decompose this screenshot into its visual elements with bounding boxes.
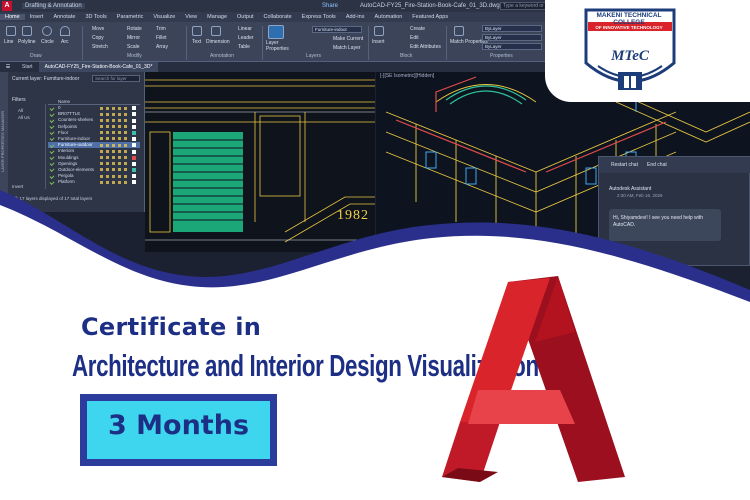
duration-label: 3 Months bbox=[107, 410, 250, 441]
autocad-logo-icon bbox=[442, 276, 625, 482]
college-logo-mark: MTeC bbox=[611, 48, 649, 64]
college-name: MAKENI TECHNICAL COLLEGE bbox=[596, 12, 662, 26]
certificate-title: Certificate in bbox=[81, 313, 262, 341]
college-tagline: OF INNOVATIVE TECHNOLOGY bbox=[595, 25, 663, 30]
